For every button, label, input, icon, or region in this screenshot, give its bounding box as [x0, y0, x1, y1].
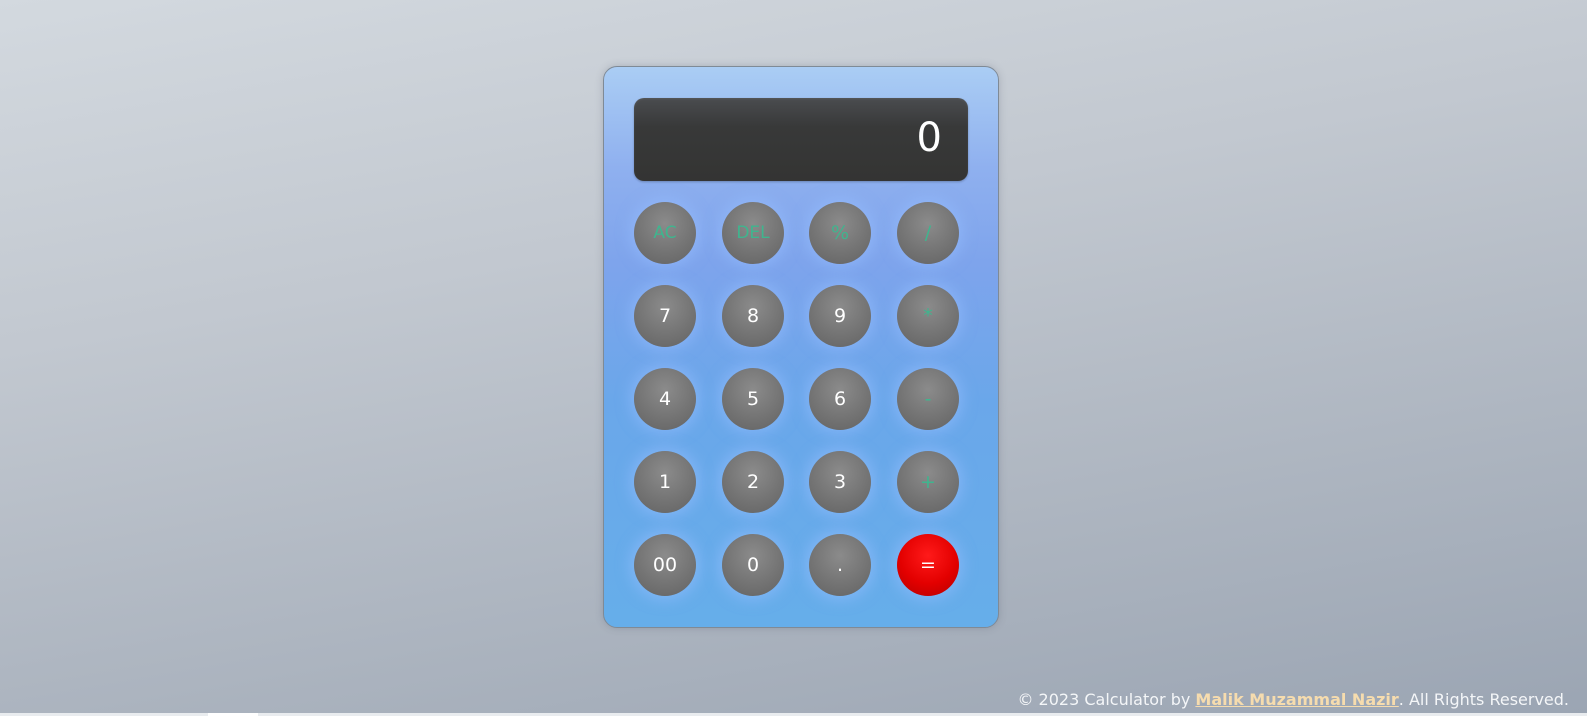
digit-8-button[interactable]: 8	[722, 285, 784, 347]
percent-button[interactable]: %	[809, 202, 871, 264]
calculator-display: 0	[634, 98, 968, 181]
clear-all-button[interactable]: AC	[634, 202, 696, 264]
digit-7-button[interactable]: 7	[634, 285, 696, 347]
footer-suffix: . All Rights Reserved.	[1398, 690, 1569, 709]
digit-6-button[interactable]: 6	[809, 368, 871, 430]
delete-button[interactable]: DEL	[722, 202, 784, 264]
calculator-panel: 0 AC DEL % / 7 8 9 * 4 5 6 - 1 2 3 + 00 …	[603, 66, 999, 628]
add-button[interactable]: +	[897, 451, 959, 513]
author-link[interactable]: Malik Muzammal Nazir	[1195, 690, 1398, 709]
digit-0-button[interactable]: 0	[722, 534, 784, 596]
footer-copyright: © 2023 Calculator by Malik Muzammal Nazi…	[1017, 690, 1569, 709]
decimal-point-button[interactable]: .	[809, 534, 871, 596]
subtract-button[interactable]: -	[897, 368, 959, 430]
digit-9-button[interactable]: 9	[809, 285, 871, 347]
footer-prefix: © 2023 Calculator by	[1017, 690, 1196, 709]
display-value: 0	[916, 115, 942, 161]
digit-1-button[interactable]: 1	[634, 451, 696, 513]
digit-4-button[interactable]: 4	[634, 368, 696, 430]
double-zero-button[interactable]: 00	[634, 534, 696, 596]
equals-button[interactable]: =	[897, 534, 959, 596]
divide-button[interactable]: /	[897, 202, 959, 264]
multiply-button[interactable]: *	[897, 285, 959, 347]
digit-3-button[interactable]: 3	[809, 451, 871, 513]
digit-5-button[interactable]: 5	[722, 368, 784, 430]
digit-2-button[interactable]: 2	[722, 451, 784, 513]
